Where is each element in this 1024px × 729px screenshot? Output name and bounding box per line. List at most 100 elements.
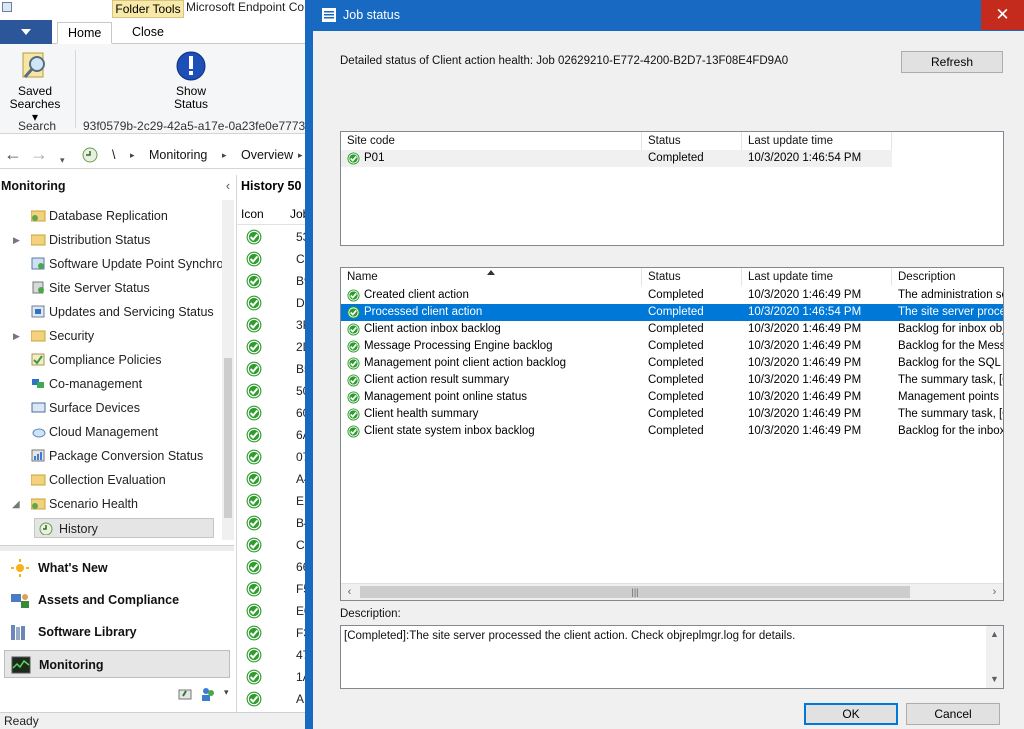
breadcrumb-separator-icon: ▸ — [298, 150, 303, 160]
step-table-hscrollbar[interactable]: ‹ ||| › — [341, 583, 1003, 600]
breadcrumb-monitoring[interactable]: Monitoring — [149, 148, 207, 162]
col-description[interactable]: Description — [892, 268, 1003, 286]
cancel-button[interactable]: Cancel — [906, 703, 1000, 725]
time-cell: 10/3/2020 1:46:49 PM — [748, 391, 862, 403]
forward-arrow-icon[interactable]: → — [30, 145, 48, 163]
col-name[interactable]: Name — [341, 268, 642, 286]
nav-scrollbar[interactable] — [222, 200, 234, 540]
show-status-button[interactable]: Show Status — [163, 50, 219, 111]
site-status-table[interactable]: Site code Status Last update time P01 Co… — [340, 131, 1004, 246]
step-name-cell: Client state system inbox backlog — [364, 425, 535, 437]
col-last-update[interactable]: Last update time — [742, 132, 892, 150]
sun-burst-icon — [11, 559, 29, 577]
description-cell: Backlog for the inbox a — [898, 425, 1004, 437]
status-cell: Completed — [648, 152, 704, 164]
step-status-table[interactable]: Name Status Last update time Description… — [340, 267, 1004, 601]
table-row[interactable]: Client health summary Completed 10/3/2020 … — [341, 406, 1004, 423]
check-circle-icon — [347, 323, 360, 336]
tree-item-history[interactable]: History — [34, 518, 214, 538]
refresh-button[interactable]: Refresh — [901, 51, 1003, 73]
col-last-update[interactable]: Last update time — [742, 268, 892, 286]
col-status[interactable]: Status — [642, 132, 742, 150]
breadcrumb-root[interactable]: \ — [112, 148, 115, 162]
time-cell: 10/3/2020 1:46:49 PM — [748, 289, 862, 301]
folder-tools-tab[interactable]: Folder Tools — [112, 0, 184, 18]
description-cell: The summary task, [Cl — [898, 408, 1004, 420]
folder-icon — [31, 234, 46, 246]
history-title: History 50 i — [241, 179, 309, 193]
close-button[interactable]: ✕ — [981, 0, 1024, 30]
collapse-arrow-icon[interactable]: ◢ — [12, 499, 20, 510]
table-row[interactable]: Management point online status Completed 1… — [341, 389, 1003, 406]
saved-searches-button[interactable]: Saved Searches ▾ — [6, 50, 64, 124]
breadcrumb-overview[interactable]: Overview — [241, 148, 293, 162]
back-arrow-icon[interactable]: ← — [4, 145, 22, 163]
options-dropdown-icon[interactable]: ▾ — [224, 687, 229, 698]
table-row[interactable]: Client state system inbox backlog Complet… — [341, 423, 1004, 440]
ribbon-tabs: Home Close — [0, 20, 320, 44]
library-icon — [11, 625, 25, 640]
folder-status-icon — [31, 210, 46, 222]
workspace-software-library[interactable]: Software Library — [4, 618, 230, 646]
table-row[interactable]: Created client action Completed 10/3/2020 … — [341, 287, 1003, 304]
ribbon-job-id: 93f0579b-2c29-42a5-a17e-0a23fe0e7773 — [83, 119, 306, 133]
ribbon-group-search: Search — [18, 119, 57, 133]
history-dropdown-icon[interactable]: ▾ — [60, 151, 65, 169]
table-row[interactable]: Management point client action backlog Co… — [341, 355, 1003, 372]
check-circle-icon — [347, 306, 360, 319]
table-row[interactable]: Processed client action Completed 10/3/202… — [341, 304, 1004, 321]
col-icon-header[interactable]: Icon — [241, 203, 264, 225]
surface-device-icon — [31, 402, 46, 413]
description-cell: The summary task, [Ca — [898, 374, 1003, 386]
check-circle-icon — [246, 427, 262, 443]
check-circle-icon — [246, 581, 262, 597]
workspace-monitoring[interactable]: Monitoring — [4, 650, 230, 678]
scroll-right-icon[interactable]: › — [986, 584, 1003, 600]
check-circle-icon — [246, 537, 262, 553]
workspace-whats-new[interactable]: What's New — [4, 554, 230, 582]
check-circle-icon — [246, 229, 262, 245]
workspace-assets-compliance[interactable]: Assets and Compliance — [4, 586, 230, 614]
status-cell: Completed — [648, 340, 704, 352]
col-status[interactable]: Status — [642, 268, 742, 286]
nav-pane-title: Monitoring — [1, 179, 66, 193]
description-box[interactable]: [Completed]:The site server processed th… — [340, 625, 1004, 689]
monitoring-icon — [11, 656, 31, 674]
monitoring-node-icon — [82, 147, 98, 163]
check-circle-icon — [246, 405, 262, 421]
collapse-pane-icon[interactable]: ‹ — [226, 175, 230, 197]
users-icon[interactable] — [200, 686, 216, 702]
description-cell: The site server proces — [898, 306, 1004, 318]
scroll-down-icon[interactable]: ▼ — [986, 671, 1003, 688]
col-site-code[interactable]: Site code — [341, 132, 642, 150]
status-cell: Completed — [648, 391, 704, 403]
table-row[interactable]: Client action result summary Completed 10/… — [341, 372, 1003, 389]
check-circle-icon — [246, 515, 262, 531]
scroll-up-icon[interactable]: ▲ — [986, 626, 1003, 643]
compliance-icon — [31, 353, 45, 366]
table-row[interactable]: Client action inbox backlog Completed 10/3… — [341, 321, 1003, 338]
step-name-cell: Management point online status — [364, 391, 528, 403]
table-row[interactable]: Message Processing Engine backlog Complet… — [341, 338, 1003, 355]
check-circle-icon — [246, 273, 262, 289]
scroll-left-icon[interactable]: ‹ — [341, 584, 358, 600]
tab-close[interactable]: Close — [122, 22, 174, 44]
table-row[interactable]: P01 Completed 10/3/2020 1:46:54 PM — [341, 150, 892, 167]
hscroll-thumb[interactable]: ||| — [360, 586, 910, 598]
expand-arrow-icon[interactable]: ▶ — [13, 235, 20, 246]
expand-arrow-icon[interactable]: ▶ — [13, 331, 20, 342]
history-icon — [39, 522, 53, 535]
description-label: Description: — [340, 608, 401, 620]
time-cell: 10/3/2020 1:46:49 PM — [748, 425, 862, 437]
app-title: Microsoft Endpoint Co — [186, 0, 305, 14]
nav-scrollbar-thumb[interactable] — [224, 358, 232, 518]
time-cell: 10/3/2020 1:46:54 PM — [748, 152, 862, 164]
ok-button[interactable]: OK — [804, 703, 898, 725]
check-circle-icon — [347, 340, 360, 353]
file-menu-button[interactable] — [0, 20, 52, 44]
description-scrollbar[interactable]: ▲ ▼ — [986, 626, 1003, 688]
wunderbar-divider[interactable] — [0, 545, 234, 551]
tab-home[interactable]: Home — [57, 22, 113, 44]
configure-buttons-icon[interactable] — [178, 687, 194, 701]
info-status-icon — [176, 51, 206, 81]
